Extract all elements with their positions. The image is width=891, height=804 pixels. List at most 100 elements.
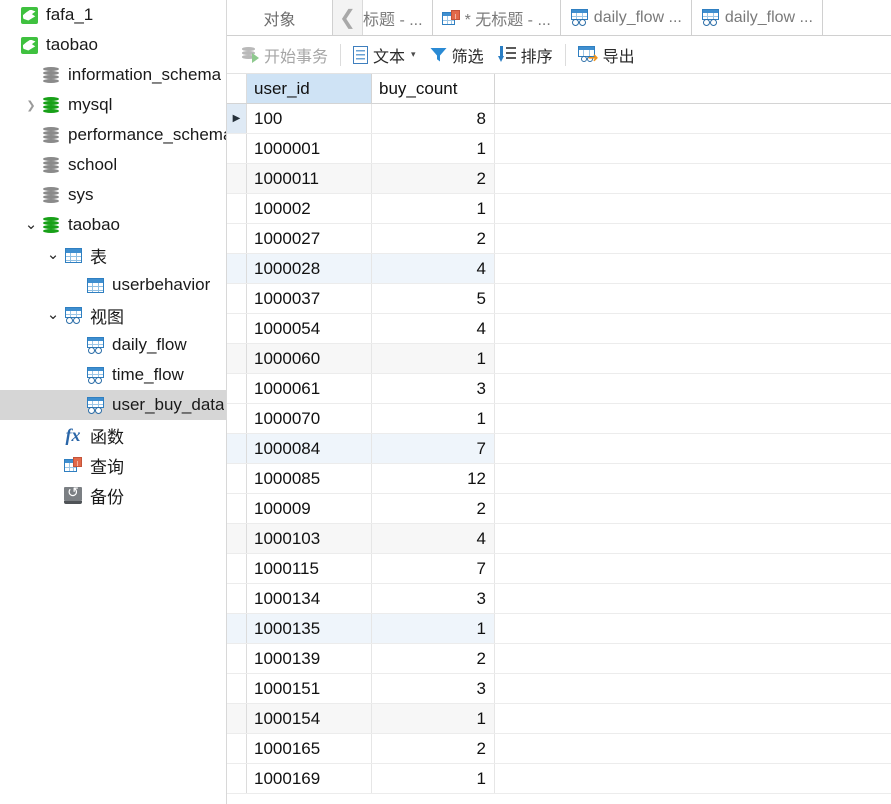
tree-item-information_schema[interactable]: information_schema — [0, 60, 226, 90]
table-row[interactable]: 1000115 7 — [227, 554, 891, 584]
begin-transaction-button[interactable]: 开始事务 — [235, 40, 335, 70]
tree-item-[interactable]: 备份 — [0, 480, 226, 510]
document-tab[interactable]: daily_flow ... — [692, 0, 823, 35]
table-row[interactable]: 1000103 4 — [227, 524, 891, 554]
table-cell[interactable]: 1000134 — [247, 584, 372, 613]
table-cell[interactable]: 2 — [372, 644, 495, 673]
object-tree[interactable]: fafa_1 taobao information_schema ❯ mysql perf… — [0, 0, 226, 510]
document-tab[interactable]: 标题 - ... — [363, 0, 433, 35]
grid-column-header[interactable]: buy_count — [372, 74, 495, 103]
table-cell[interactable]: 1 — [372, 344, 495, 373]
grid-header-row[interactable]: user_id buy_count — [227, 74, 891, 104]
chevron-down-icon[interactable]: ▾ — [411, 49, 416, 60]
table-cell[interactable]: 1000169 — [247, 764, 372, 793]
result-grid[interactable]: user_id buy_count ▶ 100 8 1000001 1 1000011 2 10… — [227, 74, 891, 794]
chevron-right-icon[interactable]: ❯ — [22, 99, 40, 112]
row-gutter[interactable] — [227, 224, 247, 253]
row-gutter[interactable] — [227, 554, 247, 583]
table-row[interactable]: 1000001 1 — [227, 134, 891, 164]
table-cell[interactable]: 7 — [372, 554, 495, 583]
tree-item-fafa_1[interactable]: fafa_1 — [0, 0, 226, 30]
table-cell[interactable]: 1000001 — [247, 134, 372, 163]
table-cell[interactable]: 1000139 — [247, 644, 372, 673]
table-row[interactable]: 1000134 3 — [227, 584, 891, 614]
export-button[interactable]: ➜ 导出 — [571, 40, 642, 70]
tree-item-school[interactable]: school — [0, 150, 226, 180]
table-cell[interactable]: 1 — [372, 704, 495, 733]
grid-header-cells[interactable]: user_id buy_count — [247, 74, 495, 103]
table-cell[interactable]: 1000154 — [247, 704, 372, 733]
table-row[interactable]: 1000027 2 — [227, 224, 891, 254]
row-gutter[interactable] — [227, 644, 247, 673]
document-tab[interactable]: daily_flow ... — [561, 0, 692, 35]
table-cell[interactable]: 1000037 — [247, 284, 372, 313]
table-cell[interactable]: 1 — [372, 194, 495, 223]
sort-button[interactable]: 排序 — [491, 40, 560, 70]
table-cell[interactable]: 1000084 — [247, 434, 372, 463]
document-tab[interactable]: * 无标题 - ... — [433, 0, 561, 35]
row-gutter[interactable] — [227, 344, 247, 373]
row-gutter[interactable] — [227, 494, 247, 523]
chevron-down-icon[interactable]: ⌄ — [44, 247, 62, 262]
table-row[interactable]: 100002 1 — [227, 194, 891, 224]
table-cell[interactable]: 7 — [372, 434, 495, 463]
tab-scroll-back-button[interactable]: ❮ — [333, 0, 363, 35]
row-gutter[interactable] — [227, 164, 247, 193]
row-gutter[interactable] — [227, 404, 247, 433]
table-cell[interactable]: 1000165 — [247, 734, 372, 763]
tree-item-performance_schema[interactable]: performance_schema — [0, 120, 226, 150]
table-row[interactable]: 1000011 2 — [227, 164, 891, 194]
table-row[interactable]: 1000135 1 — [227, 614, 891, 644]
table-cell[interactable]: 1000115 — [247, 554, 372, 583]
table-row[interactable]: 1000061 3 — [227, 374, 891, 404]
row-gutter[interactable] — [227, 434, 247, 463]
table-cell[interactable]: 1000011 — [247, 164, 372, 193]
table-row[interactable]: 1000054 4 — [227, 314, 891, 344]
table-row[interactable]: 1000151 3 — [227, 674, 891, 704]
table-cell[interactable]: 12 — [372, 464, 495, 493]
row-gutter[interactable] — [227, 464, 247, 493]
table-row[interactable]: 1000169 1 — [227, 764, 891, 794]
table-cell[interactable]: 2 — [372, 734, 495, 763]
table-cell[interactable]: 100002 — [247, 194, 372, 223]
filter-button[interactable]: 筛选 — [423, 40, 491, 70]
grid-toolbar[interactable]: 开始事务 文本 ▾ 筛选 排序 ➜ 导出 — [227, 36, 891, 74]
table-cell[interactable]: 1000028 — [247, 254, 372, 283]
tree-item-taobao[interactable]: ⌄ taobao — [0, 210, 226, 240]
table-cell[interactable]: 1000061 — [247, 374, 372, 403]
table-cell[interactable]: 4 — [372, 314, 495, 343]
table-cell[interactable]: 3 — [372, 674, 495, 703]
table-row[interactable]: 1000165 2 — [227, 734, 891, 764]
table-cell[interactable]: 2 — [372, 494, 495, 523]
table-row[interactable]: ▶ 100 8 — [227, 104, 891, 134]
object-tree-sidebar[interactable]: fafa_1 taobao information_schema ❯ mysql perf… — [0, 0, 227, 804]
table-row[interactable]: 1000085 12 — [227, 464, 891, 494]
table-cell[interactable]: 1000085 — [247, 464, 372, 493]
table-row[interactable]: 1000028 4 — [227, 254, 891, 284]
row-gutter[interactable] — [227, 584, 247, 613]
table-cell[interactable]: 1000151 — [247, 674, 372, 703]
table-cell[interactable]: 1 — [372, 614, 495, 643]
text-view-button[interactable]: 文本 ▾ — [346, 40, 423, 70]
row-gutter[interactable] — [227, 284, 247, 313]
table-row[interactable]: 1000037 5 — [227, 284, 891, 314]
tree-item-sys[interactable]: sys — [0, 180, 226, 210]
table-row[interactable]: 1000139 2 — [227, 644, 891, 674]
table-cell[interactable]: 2 — [372, 164, 495, 193]
row-gutter[interactable]: ▶ — [227, 104, 247, 133]
tree-item-time_flow[interactable]: time_flow — [0, 360, 226, 390]
table-cell[interactable]: 5 — [372, 284, 495, 313]
row-gutter[interactable] — [227, 674, 247, 703]
row-gutter[interactable] — [227, 704, 247, 733]
table-row[interactable]: 100009 2 — [227, 494, 891, 524]
tree-item-[interactable]: fx 函数 — [0, 420, 226, 450]
tab-objects[interactable]: 对象 — [227, 0, 333, 35]
tab-strip[interactable]: 对象 ❮ 标题 - ... * 无标题 - ... daily_flow ... da… — [227, 0, 891, 36]
row-gutter[interactable] — [227, 614, 247, 643]
tree-item-userbehavior[interactable]: userbehavior — [0, 270, 226, 300]
table-row[interactable]: 1000154 1 — [227, 704, 891, 734]
table-cell[interactable]: 1 — [372, 134, 495, 163]
table-cell[interactable]: 1 — [372, 764, 495, 793]
table-row[interactable]: 1000084 7 — [227, 434, 891, 464]
table-row[interactable]: 1000070 1 — [227, 404, 891, 434]
